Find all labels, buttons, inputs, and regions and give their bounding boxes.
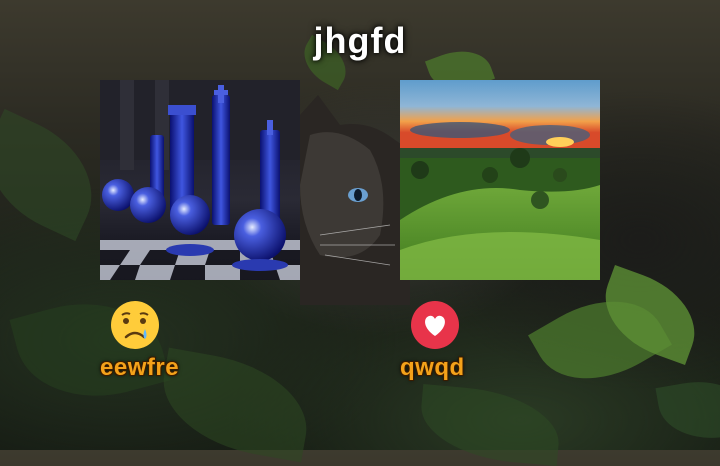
- chess-image-card[interactable]: [100, 80, 300, 280]
- card-caption: qwqd: [400, 354, 465, 381]
- card-caption: eewfre: [100, 354, 180, 381]
- chess-pieces-image: [100, 80, 300, 280]
- heart-icon[interactable]: [409, 299, 461, 351]
- sad-face-icon[interactable]: [109, 299, 161, 351]
- cat-background-figure: [300, 95, 410, 305]
- landscape-image-card[interactable]: [400, 80, 600, 280]
- page-title: jhgfd: [313, 20, 407, 61]
- green-hills-sunset-image: [400, 80, 600, 280]
